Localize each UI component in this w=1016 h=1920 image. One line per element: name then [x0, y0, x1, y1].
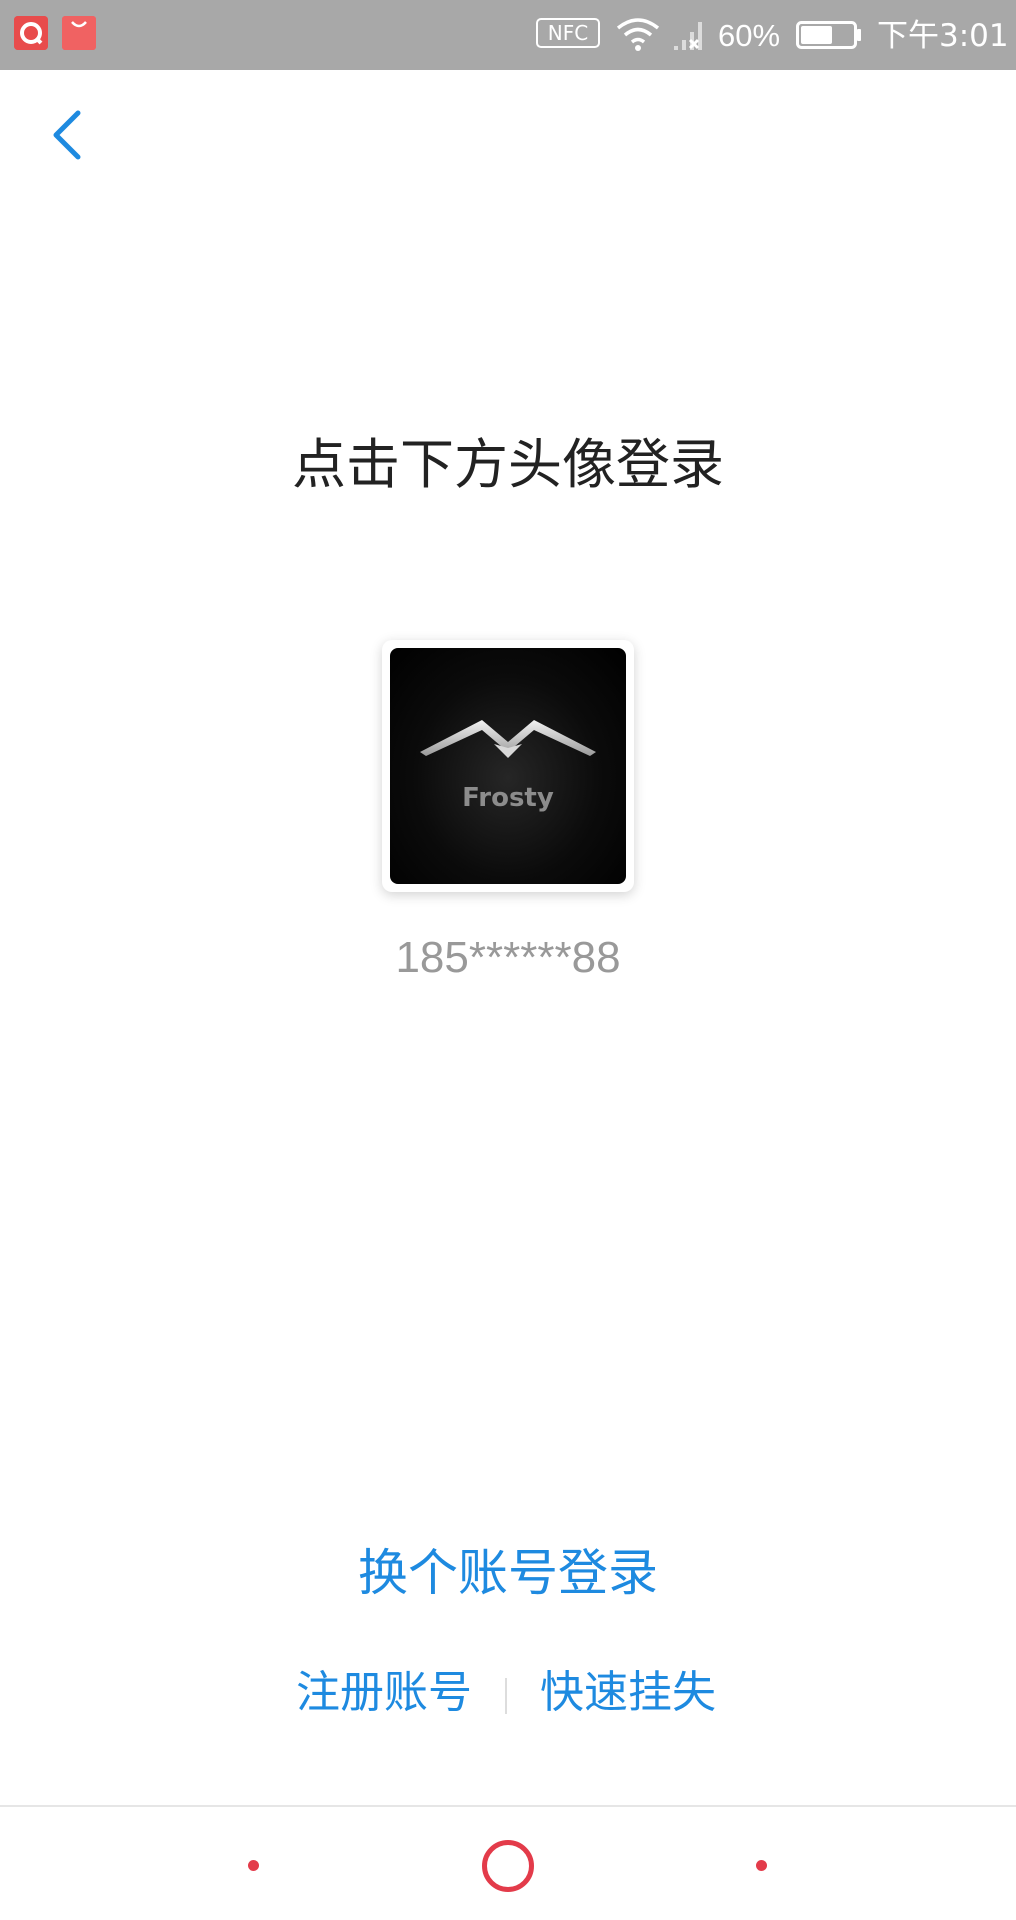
page-title: 点击下方头像登录 — [292, 433, 724, 496]
chevron-left-icon — [53, 110, 81, 160]
switch-account-link[interactable]: 换个账号登录 — [0, 1538, 1016, 1608]
nav-recents-button[interactable] — [756, 1860, 767, 1871]
wifi-icon — [616, 16, 660, 56]
navigation-bar — [0, 1807, 1016, 1920]
nav-home-button[interactable] — [482, 1840, 534, 1892]
battery-percent: 60% — [718, 18, 781, 53]
battery-icon — [796, 21, 862, 53]
status-bar: NFC 60% 下午3:01 — [0, 0, 1016, 70]
register-account-link[interactable]: 注册账号 — [296, 1658, 472, 1728]
shopping-bag-icon — [62, 16, 96, 50]
account-phone-masked: 185******88 — [395, 933, 621, 982]
report-loss-link[interactable]: 快速挂失 — [540, 1658, 716, 1728]
nfc-icon: NFC — [536, 18, 600, 48]
avatar[interactable]: Frosty — [382, 640, 634, 892]
bottom-links: 注册账号 快速挂失 — [0, 1658, 1016, 1728]
nav-back-button[interactable] — [248, 1860, 259, 1871]
link-divider — [505, 1678, 507, 1714]
status-time: 下午3:01 — [877, 18, 1009, 54]
app-notification-icon — [14, 16, 48, 50]
avatar-logo-text: Frosty — [462, 783, 554, 813]
signal-icon — [672, 18, 706, 56]
avatar-image: Frosty — [390, 648, 626, 884]
back-button[interactable] — [36, 105, 96, 165]
